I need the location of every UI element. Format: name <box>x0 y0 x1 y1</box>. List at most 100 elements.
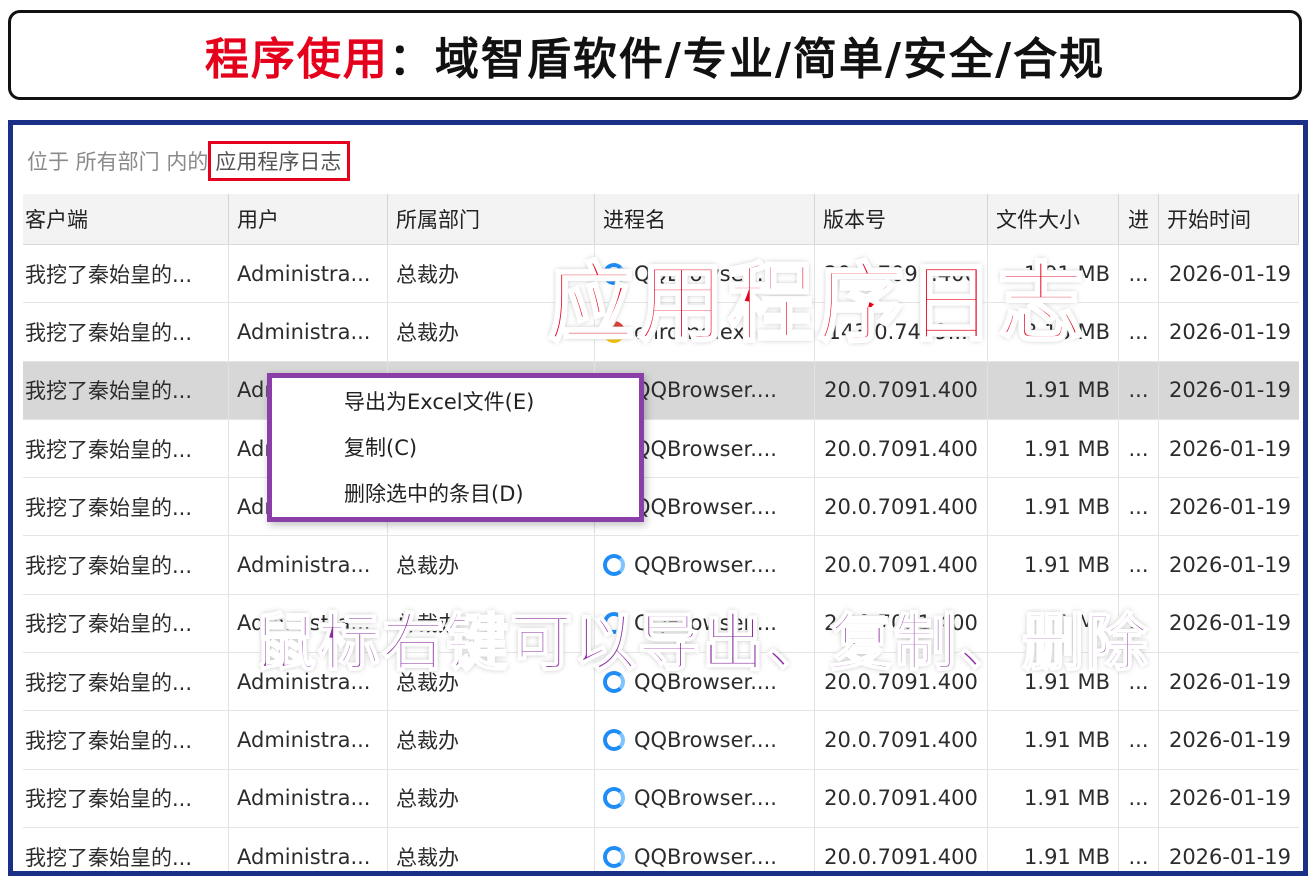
table-row[interactable]: 我挖了秦始皇的... Administra... 总裁办 QQBrowser.... 2… <box>23 769 1299 828</box>
cell-start-time: 2026-01-19 <box>1159 420 1299 477</box>
cell-client: 我挖了秦始皇的... <box>23 711 229 769</box>
caption-title: 应用程序日志 <box>547 253 1088 356</box>
cell-department-text: 总裁办 <box>396 845 459 870</box>
cell-client-text: 我挖了秦始皇的... <box>25 495 193 520</box>
cell-extra-text: ... <box>1128 786 1149 811</box>
cell-extra: ... <box>1119 419 1159 478</box>
cell-file-size: 1.91 MB <box>988 711 1119 769</box>
cell-client: 我挖了秦始皇的... <box>23 769 229 827</box>
cell-process: QQBrowser.... <box>595 769 815 827</box>
cell-user-text: Administra... <box>237 261 371 286</box>
cell-process-text: QQBrowser.... <box>634 553 777 578</box>
cell-department: 总裁办 <box>388 536 595 594</box>
table-row[interactable]: 我挖了秦始皇的...Administra...总裁办QQBrowser....2… <box>23 419 1299 479</box>
cell-process-text: QQBrowser.... <box>634 494 777 519</box>
column-header-user[interactable]: 用户 <box>229 194 388 244</box>
cell-user: Administra... <box>229 711 388 769</box>
cell-version: 20.0.7091.400 <box>815 827 988 871</box>
cell-version: 20.0.7091.400 <box>815 361 988 419</box>
cell-client: 我挖了秦始皇的... <box>23 594 229 653</box>
cell-client-text: 我挖了秦始皇的... <box>25 670 193 695</box>
cell-start-time: 2026-01-19 <box>1159 245 1299 302</box>
cell-version: 20.0.7091.400 <box>815 478 988 536</box>
cell-start-time-text: 2026-01-19 <box>1168 436 1291 461</box>
cell-client-text: 我挖了秦始皇的... <box>25 320 193 345</box>
column-header-client[interactable]: 客户端 <box>23 194 229 244</box>
menu-item-delete-selected[interactable]: 删除选中的条目(D) <box>272 470 639 516</box>
menu-item-export-excel[interactable]: 导出为Excel文件(E) <box>272 378 639 424</box>
column-header-extra[interactable]: 进 <box>1119 194 1159 244</box>
table-row[interactable]: 我挖了秦始皇的...Administra...总裁办QQBrowser....2… <box>23 361 1299 420</box>
banner-rest-text: ：域智盾软件/专业/简单/安全/合规 <box>388 34 1106 85</box>
table-row[interactable]: 我挖了秦始皇的...Administra... 总裁办 QQBrowser.... 2… <box>23 536 1299 595</box>
cell-department: 总裁办 <box>388 711 595 769</box>
cell-client-text: 我挖了秦始皇的... <box>25 845 193 870</box>
cell-start-time-text: 2026-01-19 <box>1168 669 1291 694</box>
cell-version-text: 20.0.7091.400 <box>824 378 978 403</box>
table-row[interactable]: 我挖了秦始皇的...Administra...总裁办QQBrowser....2… <box>23 827 1299 871</box>
cell-department-text: 总裁办 <box>396 729 459 754</box>
cell-extra: ... <box>1119 303 1159 361</box>
cell-file-size: 1.91 MB <box>988 536 1119 594</box>
cell-extra-text: ... <box>1128 319 1149 344</box>
qqbrowser-icon <box>603 554 625 577</box>
cell-extra-text: ... <box>1128 436 1149 461</box>
qqbrowser-icon <box>603 787 625 810</box>
cell-extra-text: ... <box>1128 728 1149 753</box>
cell-version-text: 20.0.7091.400 <box>824 436 978 461</box>
cell-start-time-text: 2026-01-19 <box>1168 378 1291 403</box>
cell-process: QQBrowser.... <box>595 711 815 769</box>
cell-department-text: 总裁办 <box>396 787 459 812</box>
cell-start-time-text: 2026-01-19 <box>1168 553 1291 578</box>
cell-start-time-text: 2026-01-19 <box>1168 728 1291 753</box>
cell-start-time: 2026-01-19 <box>1159 536 1299 593</box>
menu-item-copy[interactable]: 复制(C) <box>272 424 639 470</box>
cell-department-text: 总裁办 <box>396 262 459 287</box>
cell-file-size: 1.91 MB <box>988 478 1119 536</box>
cell-process-text: QQBrowser.... <box>634 728 777 753</box>
header-banner: 程序使用 ：域智盾软件/专业/简单/安全/合规 <box>8 10 1302 100</box>
cell-version: 20.0.7091.400 <box>815 536 988 594</box>
cell-extra-text: ... <box>1128 261 1149 286</box>
cell-user: Administra... <box>229 245 388 303</box>
cell-user-text: Administra... <box>237 786 371 811</box>
cell-version-text: 20.0.7091.400 <box>824 844 978 869</box>
cell-client-text: 我挖了秦始皇的... <box>25 379 193 404</box>
cell-extra-text: ... <box>1128 378 1149 403</box>
cell-user-text: Administra... <box>237 844 371 869</box>
cell-start-time-text: 2026-01-19 <box>1168 786 1291 811</box>
cell-client: 我挖了秦始皇的... <box>23 419 229 478</box>
cell-file-size-text: 1.91 MB <box>1024 553 1110 578</box>
cell-file-size: 1.91 MB <box>988 419 1119 478</box>
qqbrowser-icon <box>603 729 625 752</box>
cell-user: Administra... <box>229 303 388 361</box>
table-row[interactable]: 我挖了秦始皇的...Administra... 总裁办 QQBrowser.... 2… <box>23 711 1299 770</box>
cell-start-time: 2026-01-19 <box>1159 711 1299 768</box>
cell-client: 我挖了秦始皇的... <box>23 536 229 594</box>
cell-start-time-text: 2026-01-19 <box>1168 319 1291 344</box>
cell-start-time: 2026-01-19 <box>1159 362 1299 419</box>
cell-extra: ... <box>1119 478 1159 536</box>
cell-user: Administra... <box>229 769 388 827</box>
cell-client-text: 我挖了秦始皇的... <box>25 612 193 637</box>
cell-extra: ... <box>1119 827 1159 871</box>
cell-user: Administra... <box>229 536 388 594</box>
cell-extra: ... <box>1119 536 1159 594</box>
cell-department-text: 总裁办 <box>396 554 459 579</box>
cell-process-text: QQBrowser.... <box>634 786 777 811</box>
cell-file-size-text: 1.91 MB <box>1024 436 1110 461</box>
column-header-start-time[interactable]: 开始时间 <box>1159 194 1299 244</box>
cell-file-size-text: 1.91 MB <box>1024 728 1110 753</box>
cell-client: 我挖了秦始皇的... <box>23 478 229 536</box>
cell-version-text: 20.0.7091.400 <box>824 494 978 519</box>
breadcrumb-current[interactable]: 应用程序日志 <box>208 141 351 181</box>
cell-extra: ... <box>1119 711 1159 769</box>
cell-file-size: 1.91 MB <box>988 361 1119 419</box>
cell-file-size-text: 1.91 MB <box>1024 786 1110 811</box>
breadcrumb-prefix: 位于 所有部门 内的 <box>27 150 209 174</box>
cell-start-time-text: 2026-01-19 <box>1168 261 1291 286</box>
cell-client-text: 我挖了秦始皇的... <box>25 262 193 287</box>
cell-extra: ... <box>1119 245 1159 303</box>
table-row[interactable]: 我挖了秦始皇的...Administra...总裁办QQBrowser....2… <box>23 478 1299 537</box>
cell-user: Administra... <box>229 827 388 871</box>
